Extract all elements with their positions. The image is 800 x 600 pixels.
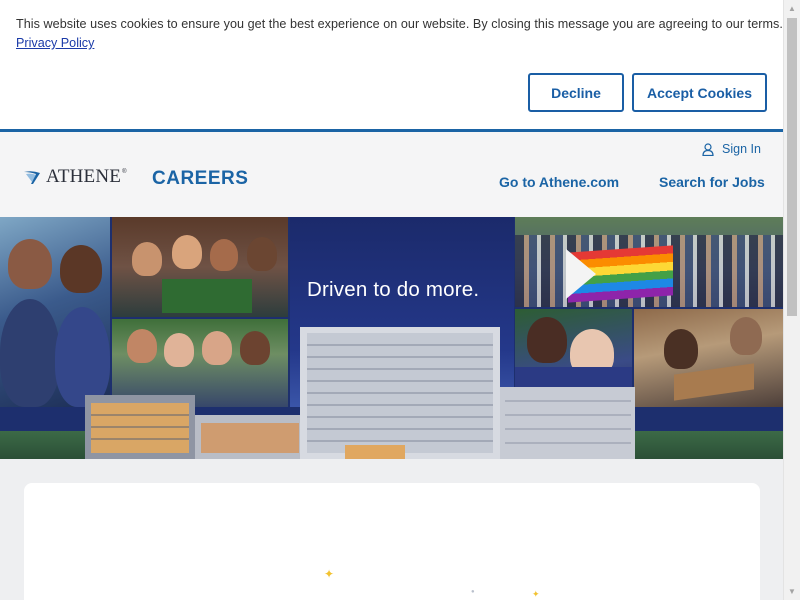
headquarters-building-image xyxy=(85,327,635,459)
scroll-up-icon[interactable]: ▲ xyxy=(784,0,800,17)
hero-photo-shuffleboard xyxy=(634,309,783,407)
cookie-banner: This website uses cookies to ensure you … xyxy=(0,0,783,129)
user-icon xyxy=(702,142,714,156)
cookie-message: This website uses cookies to ensure you … xyxy=(16,17,783,31)
nav-search-jobs[interactable]: Search for Jobs xyxy=(659,174,765,190)
careers-title[interactable]: CAREERS xyxy=(152,168,248,190)
site-header: ATHENE ® CAREERS Sign In Go to Athene.co… xyxy=(0,129,783,217)
decline-button[interactable]: Decline xyxy=(528,73,624,112)
sparkle-icon: ✦ xyxy=(324,567,335,581)
logo-trademark: ® xyxy=(122,169,127,175)
vertical-scrollbar[interactable]: ▲ ▼ xyxy=(783,0,800,600)
nav-go-to-athene[interactable]: Go to Athene.com xyxy=(499,174,619,190)
content-card: ✦ ✦ ● xyxy=(24,483,760,600)
illustration-arc xyxy=(276,591,416,600)
sign-in-label: Sign In xyxy=(722,142,761,156)
athene-swoosh-icon xyxy=(24,171,40,184)
hero-banner: Driven to do more. xyxy=(0,217,783,459)
scroll-thumb[interactable] xyxy=(787,18,797,316)
privacy-policy-link[interactable]: Privacy Policy xyxy=(16,36,94,50)
athene-logo[interactable]: ATHENE ® xyxy=(24,166,127,188)
accept-cookies-button[interactable]: Accept Cookies xyxy=(632,73,767,112)
pride-flag-chevron xyxy=(566,249,596,299)
sparkle-icon: ✦ xyxy=(532,589,540,599)
logo-text: ATHENE xyxy=(46,166,122,187)
hero-tagline: Driven to do more. xyxy=(307,278,480,301)
dot-icon: ● xyxy=(471,589,475,595)
scroll-down-icon[interactable]: ▼ xyxy=(784,583,800,600)
hero-photo-foosball xyxy=(112,217,288,317)
sign-in-link[interactable]: Sign In xyxy=(702,142,761,156)
